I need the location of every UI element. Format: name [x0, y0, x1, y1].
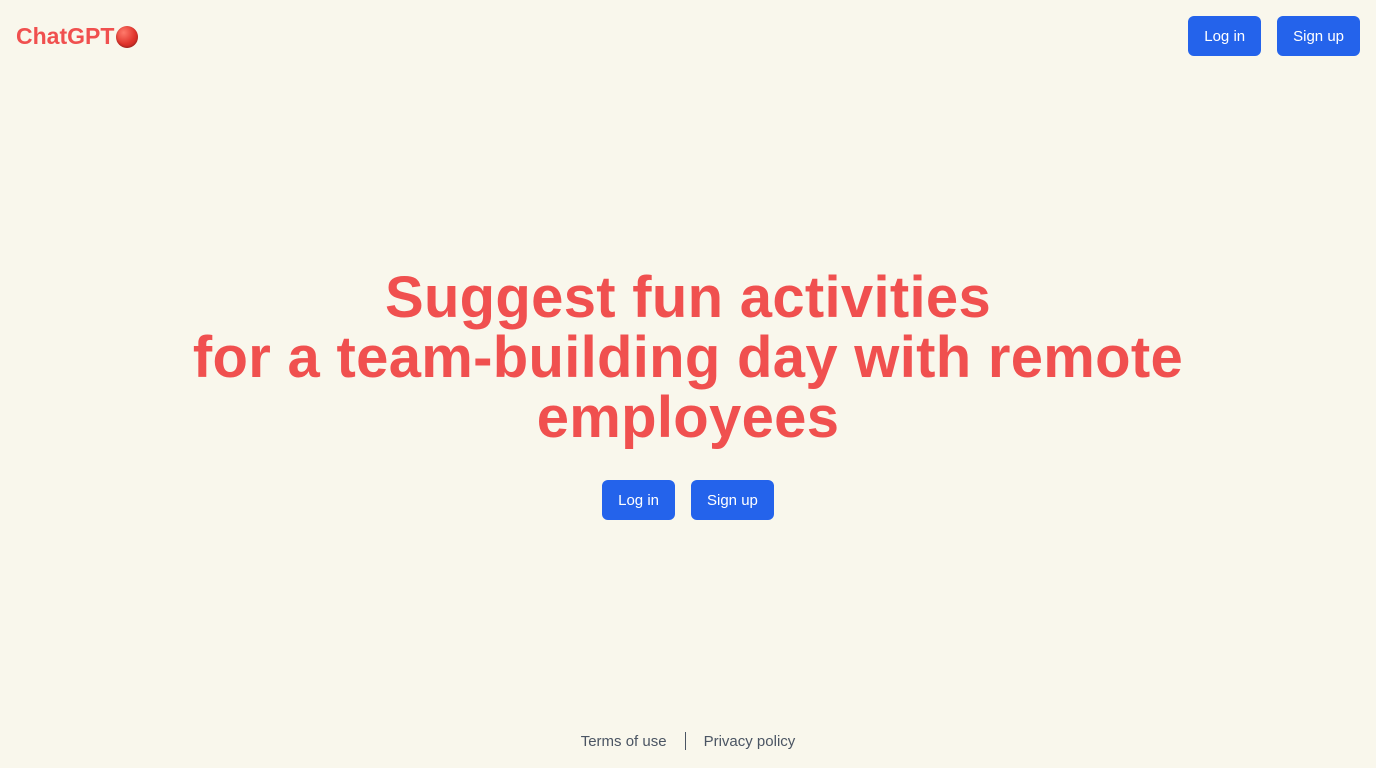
red-circle-icon	[116, 26, 139, 48]
hero-signup-button[interactable]: Sign up	[691, 480, 774, 520]
header-actions: Log in Sign up	[1188, 16, 1360, 56]
hero-title-line: for a team-building day with remote	[192, 325, 1184, 390]
brand-name: ChatGPT	[16, 23, 115, 49]
hero-section: Suggest fun activities for a team-buildi…	[0, 268, 1376, 520]
brand-logo[interactable]: ChatGPT	[16, 22, 139, 50]
hero-title-line: employees	[536, 385, 840, 450]
hero-login-button[interactable]: Log in	[602, 480, 675, 520]
hero-actions: Log in Sign up	[0, 480, 1376, 520]
header-signup-button[interactable]: Sign up	[1277, 16, 1360, 56]
terms-of-use-link[interactable]: Terms of use	[581, 733, 667, 750]
header-login-button[interactable]: Log in	[1188, 16, 1262, 56]
landing-page: ChatGPT Log in Sign up Suggest fun activ…	[0, 0, 1376, 768]
hero-title: Suggest fun activities for a team-buildi…	[0, 268, 1376, 448]
privacy-policy-link[interactable]: Privacy policy	[704, 733, 796, 750]
footer: Terms of use Privacy policy	[0, 732, 1376, 750]
hero-title-line: Suggest fun activities	[384, 265, 992, 330]
footer-separator	[684, 732, 686, 750]
